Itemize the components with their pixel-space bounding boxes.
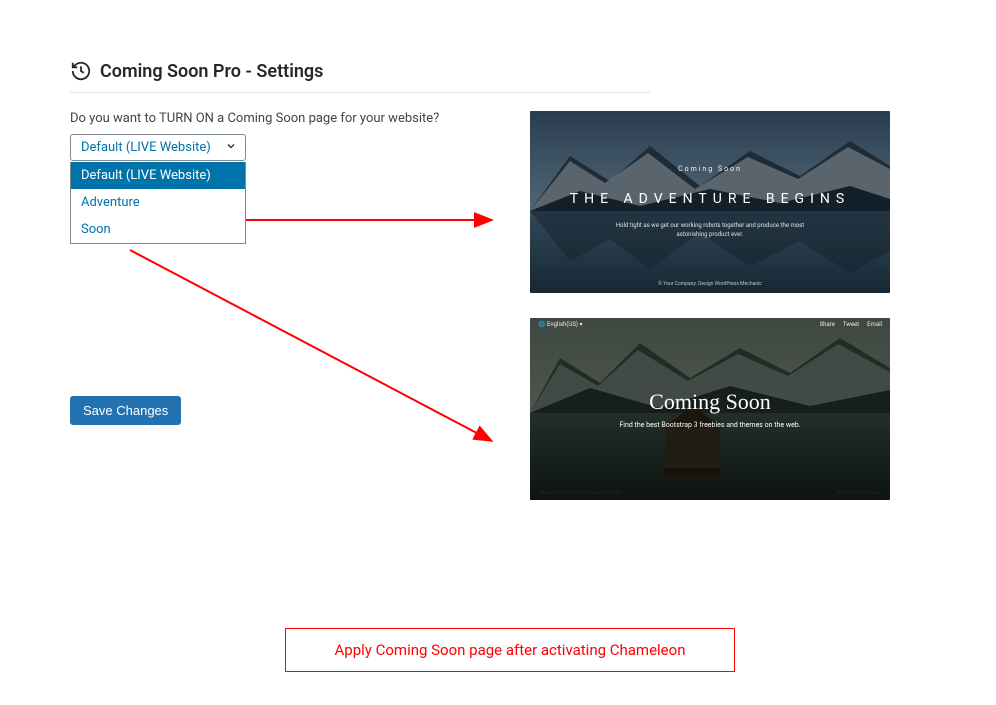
caption-box: Apply Coming Soon page after activating … — [285, 628, 735, 672]
preview-soon: 🌐 English(US) ▾ Share Tweet Email Coming… — [530, 318, 890, 500]
preview2-sub: Find the best Bootstrap 3 freebies and t… — [619, 421, 800, 429]
save-button[interactable]: Save Changes — [70, 396, 181, 425]
preview2-footer-right: Free download here — [836, 490, 880, 496]
option-default[interactable]: Default (LIVE Website) — [71, 162, 245, 189]
selected-value: Default (LIVE Website) — [81, 140, 211, 155]
preview1-title: THE ADVENTURE BEGINS — [570, 191, 850, 207]
preview1-toplabel: Coming Soon — [678, 165, 742, 173]
chevron-down-icon — [225, 140, 237, 156]
select-display[interactable]: Default (LIVE Website) — [70, 134, 246, 161]
preview-adventure: Coming Soon THE ADVENTURE BEGINS Hold ti… — [530, 111, 890, 293]
page-header: Coming Soon Pro - Settings — [70, 60, 926, 82]
template-select[interactable]: Default (LIVE Website) Default (LIVE Web… — [70, 134, 490, 161]
option-soon[interactable]: Soon — [71, 216, 245, 243]
preview2-title: Coming Soon — [649, 389, 771, 415]
page-title: Coming Soon Pro - Settings — [100, 61, 323, 82]
preview1-footer: © Your Company. Design WordPress Mechani… — [658, 281, 762, 287]
question-label: Do you want to TURN ON a Coming Soon pag… — [70, 111, 490, 126]
dropdown-panel: Default (LIVE Website) Adventure Soon — [70, 162, 246, 244]
divider — [70, 92, 650, 93]
preview2-footer-left: Made with ♥ by WordPress Mechanic — [540, 490, 622, 496]
option-adventure[interactable]: Adventure — [71, 189, 245, 216]
history-icon — [70, 60, 92, 82]
preview1-sub: Hold tight as we get our working robots … — [610, 221, 810, 239]
caption-text: Apply Coming Soon page after activating … — [335, 641, 686, 659]
